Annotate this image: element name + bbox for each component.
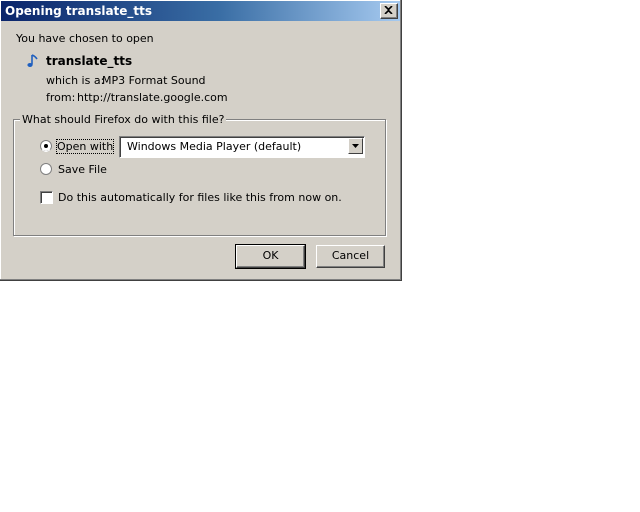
application-select[interactable]: Windows Media Player (default) <box>119 136 365 158</box>
file-source-value: http://translate.google.com <box>77 91 228 104</box>
save-file-label[interactable]: Save File <box>58 163 107 176</box>
ok-button[interactable]: OK <box>235 244 306 269</box>
save-file-radio[interactable] <box>40 163 52 175</box>
open-with-label-text: Open with <box>57 140 114 153</box>
intro-text: You have chosen to open <box>16 32 154 45</box>
file-type-label: which is a: <box>46 74 105 87</box>
action-group-legend: What should Firefox do with this file? <box>20 113 227 126</box>
open-with-radio[interactable] <box>40 140 52 152</box>
download-dialog: Opening translate_tts You have chosen to… <box>0 0 402 281</box>
dialog-title: Opening translate_tts <box>5 4 153 18</box>
file-name: translate_tts <box>46 54 133 68</box>
open-with-label[interactable]: Open with <box>55 139 115 154</box>
title-bar[interactable]: Opening translate_tts <box>1 1 400 21</box>
music-note-icon <box>27 54 38 67</box>
close-button[interactable] <box>380 3 398 19</box>
file-type-value: MP3 Format Sound <box>102 74 206 87</box>
cancel-button[interactable]: Cancel <box>316 245 385 268</box>
chevron-down-icon <box>352 144 359 148</box>
select-dropdown-button[interactable] <box>348 138 363 154</box>
file-source-label: from: <box>46 91 76 104</box>
auto-checkbox-label[interactable]: Do this automatically for files like thi… <box>58 191 342 204</box>
application-select-value: Windows Media Player (default) <box>127 140 302 153</box>
close-icon <box>384 6 393 14</box>
auto-checkbox[interactable] <box>40 191 53 204</box>
